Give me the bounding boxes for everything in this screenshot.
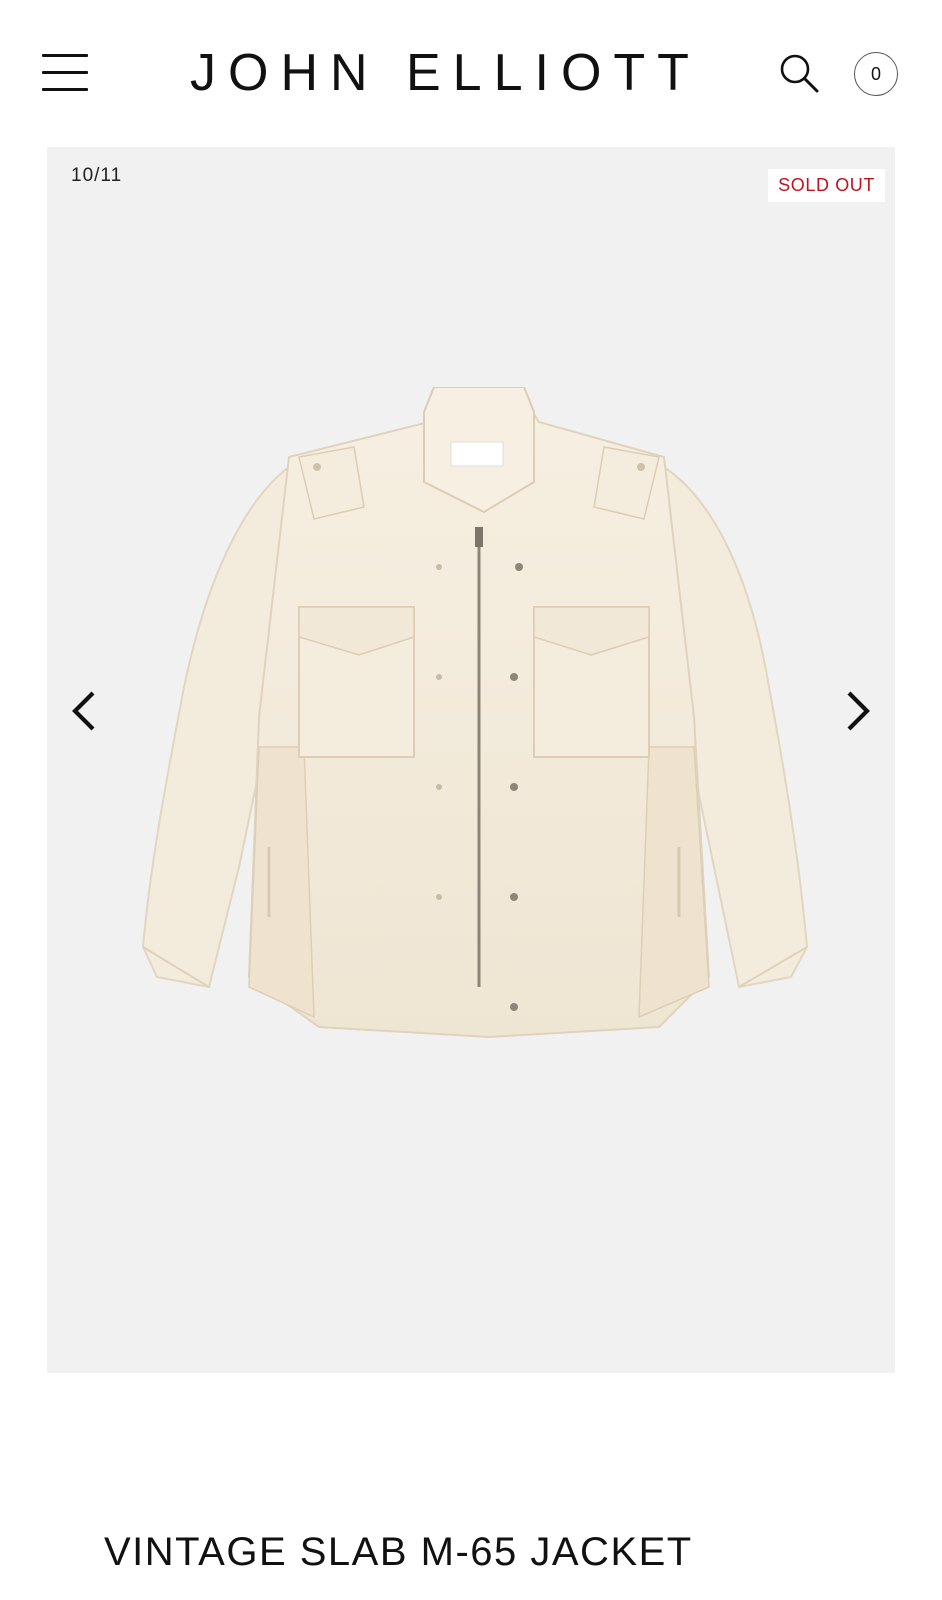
menu-line <box>42 88 88 91</box>
menu-line <box>42 71 88 74</box>
brand-logo[interactable]: JOHN ELLIOTT <box>190 44 750 102</box>
chevron-right-icon[interactable] <box>833 679 883 743</box>
sold-out-badge: SOLD OUT <box>768 169 885 202</box>
image-counter: 10/11 <box>71 165 123 186</box>
site-header: JOHN ELLIOTT 0 <box>0 0 942 146</box>
cart-count-button[interactable]: 0 <box>854 52 898 96</box>
product-title: VINTAGE SLAB M-65 JACKET <box>104 1530 693 1574</box>
hamburger-menu-icon[interactable] <box>42 52 90 94</box>
search-icon[interactable] <box>778 52 820 94</box>
menu-line <box>42 54 88 57</box>
jacket-image <box>139 386 819 1107</box>
product-gallery: 10/11 SOLD OUT <box>47 147 895 1373</box>
chevron-left-icon[interactable] <box>59 679 109 743</box>
